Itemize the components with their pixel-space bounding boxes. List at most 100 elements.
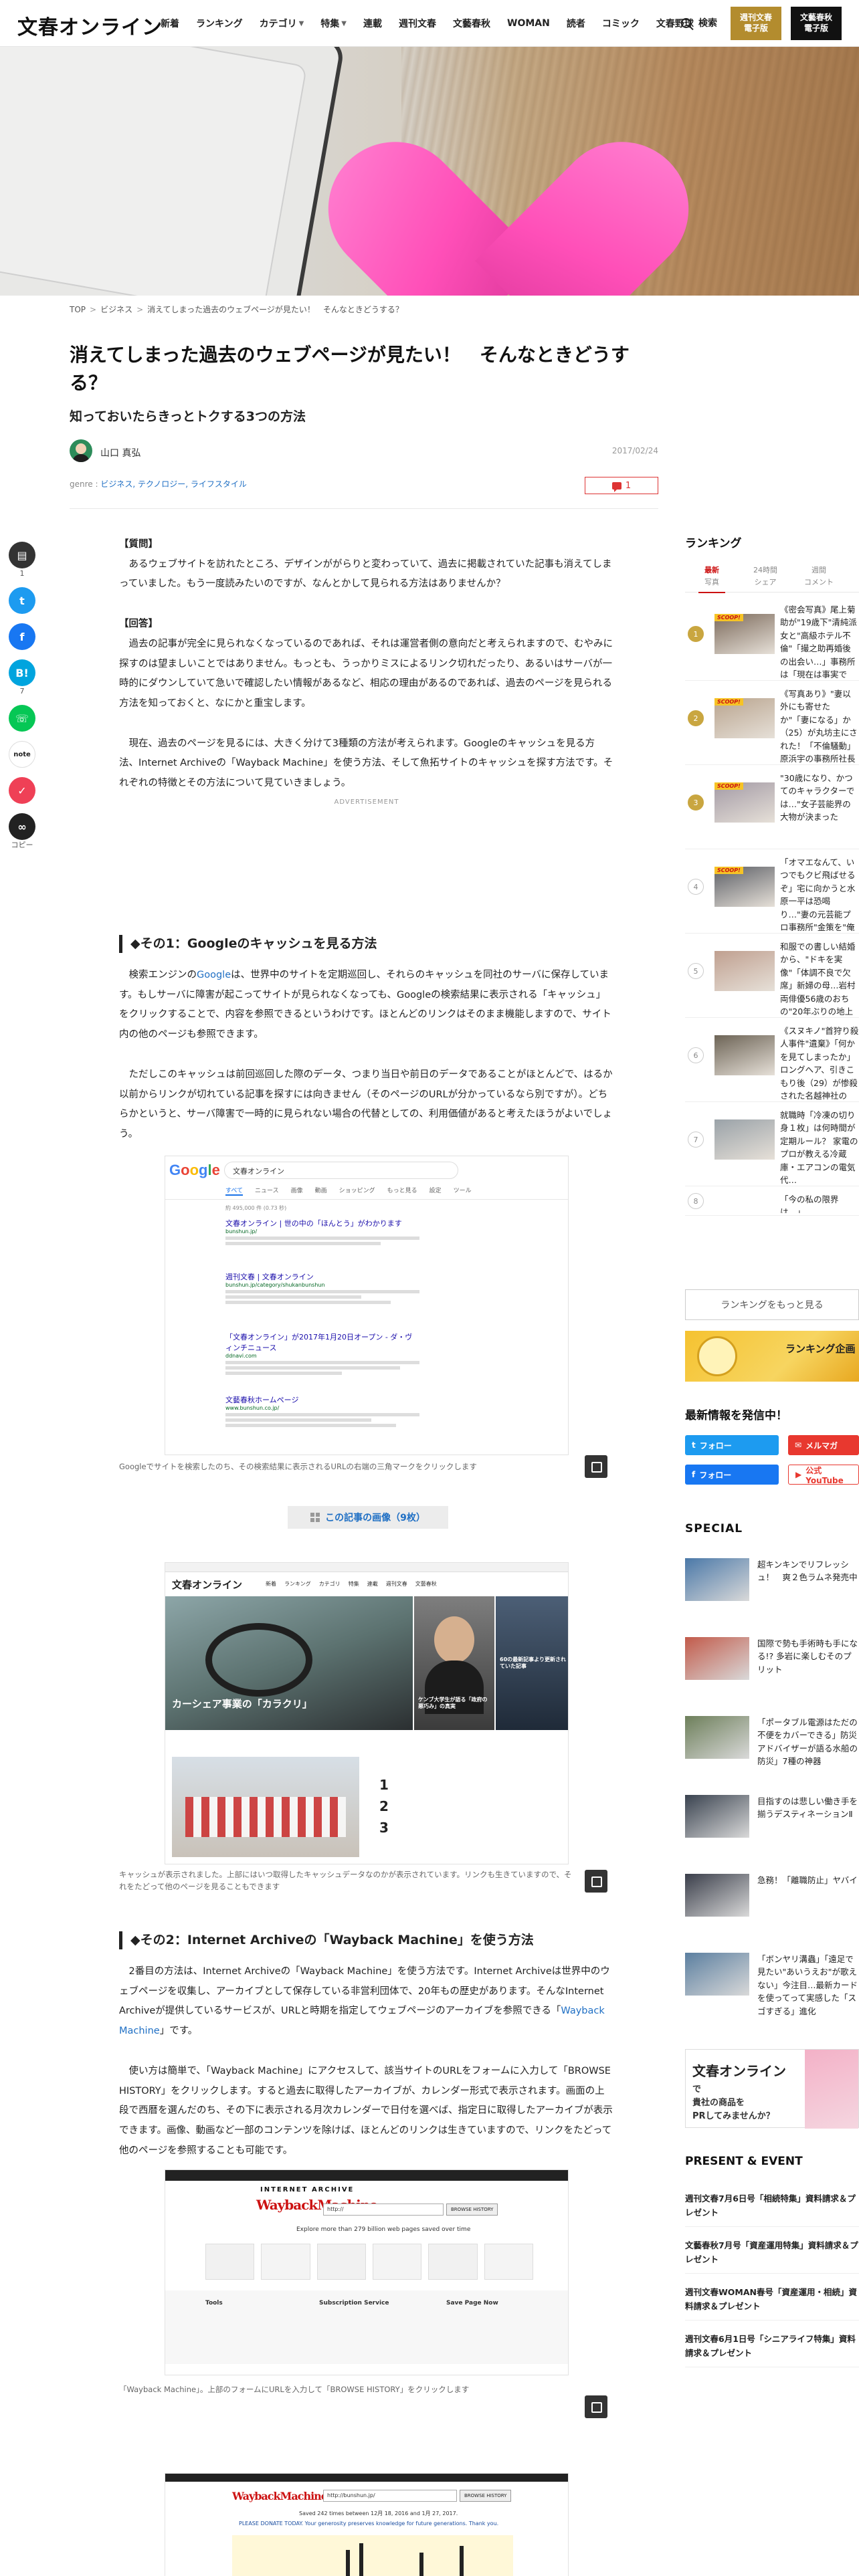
special-thumbnail — [685, 1953, 749, 1996]
google-screenshot[interactable]: Google 文春オンライン すべて ニュース 画像 動画 ショッピング もっと… — [165, 1156, 569, 1455]
intro-paragraph: 現在、過去のページを見るには、大きく分けて3種類の方法が考えられます。Googl… — [119, 738, 613, 789]
ranking-item[interactable]: 2 SCOOP! 《写真あり》"妻以外にも寄せたか"「妻になる」か（25）が丸坊主に… — [685, 683, 859, 765]
facebook-icon: f — [692, 1470, 696, 1479]
share-note[interactable]: note — [9, 741, 35, 768]
newsletter-button[interactable]: ✉ メルマガ — [788, 1435, 859, 1455]
nav-feature[interactable]: 特集 ▼ — [320, 17, 347, 30]
search-icon — [681, 17, 691, 28]
nav-bungei-shunju[interactable]: 文藝春秋 — [453, 17, 490, 30]
rank-number: 7 — [688, 1132, 704, 1148]
share-pocket[interactable]: ✓ — [9, 777, 35, 804]
special-item[interactable]: 急務！「離職防止」ヤバイ — [685, 1874, 859, 1931]
nav-new[interactable]: 新着 — [161, 17, 179, 30]
tab-24h[interactable]: 24時間 シェア — [739, 564, 792, 588]
breadcrumb-top[interactable]: TOP — [70, 305, 86, 314]
share-line[interactable]: ☏ — [9, 705, 35, 732]
genre-tags[interactable]: ビジネス, テクノロジー, ライフスタイル — [100, 479, 247, 489]
nav-ranking[interactable]: ランキング — [196, 17, 243, 30]
nav-shukan-bunshun[interactable]: 週刊文春 — [399, 17, 436, 30]
special-item[interactable]: 超キンキンでリフレッシュ！ 爽２色ラムネ発売中 — [685, 1558, 859, 1616]
follow-twitter-button[interactable]: t フォロー — [685, 1435, 779, 1455]
special-item[interactable]: 「ポータブル電源はただの不便をカバーできる」防災アドバイザーが語る水船の防災」7… — [685, 1716, 859, 1774]
hatena-icon: B! — [9, 659, 35, 687]
ranking-banner[interactable]: ランキング企画 — [685, 1331, 859, 1382]
wayback-screenshot[interactable]: INTERNET ARCHIVE WaybackMachine http:// … — [165, 2169, 569, 2375]
present-event-item[interactable]: 週刊文春WOMAN春号「資産運用・相続」資料請求＆プレゼント — [685, 2286, 859, 2321]
ranking-title: 「オマエなんて、いつでもクビ飛ばせるぞ」宅に向かうと水原一平は恐喝り…"妻の元芸… — [780, 857, 856, 931]
ranking-thumbnail: SCOOP! — [714, 614, 775, 654]
pr-box[interactable]: 文春オンライン で 貴社の商品を PRしてみませんか？ — [685, 2049, 859, 2129]
line-icon: ☏ — [9, 705, 35, 732]
tab-latest[interactable]: 最新 写真 — [685, 564, 739, 594]
share-copy[interactable]: ∞ コピー — [9, 813, 35, 849]
main-nav: 新着 ランキング カテゴリ ▼ 特集 ▼ 連載 週刊文春 文藝春秋 WOMAN 読者… — [161, 0, 694, 47]
cache-screenshot[interactable]: 文春オンライン 新着 ランキング カテゴリ 特集 連載 週刊文春 文藝春秋 カー… — [165, 1562, 569, 1864]
google-result: 週刊文春 | 文春オンライン bunshun.jp/category/shuka… — [225, 1271, 419, 1304]
gallery-button[interactable]: この記事の画像（9枚） — [288, 1506, 448, 1529]
ranking-item[interactable]: 3 SCOOP! "30歳になり、かつてのキャラクターでは…"女子芸能界の大物が決ま… — [685, 768, 859, 849]
special-thumbnail — [685, 1558, 749, 1601]
hero-image — [0, 47, 859, 296]
follow-facebook-button[interactable]: f フォロー — [685, 1465, 779, 1485]
rank-number: 6 — [688, 1047, 704, 1063]
nav-readers[interactable]: 読者 — [567, 17, 585, 30]
ranking-item[interactable]: 4 SCOOP! 「オマエなんて、いつでもクビ飛ばせるぞ」宅に向かうと水原一平は恐喝… — [685, 852, 859, 934]
special-item[interactable]: 国際で勢も手術時も手になる!? 多岩に楽しむそのプリット — [685, 1637, 859, 1695]
present-event-item[interactable]: 週刊文春6月1日号「シニアライフ特集」資料請求＆プレゼント — [685, 2333, 859, 2368]
comment-button[interactable]: 1 — [585, 477, 658, 494]
figure-caption: Googleでサイトを検索したのち、その検索結果に表示されるURLの右端の三角マ… — [119, 1462, 477, 1471]
author-row: 山口 真弘 2017/02/24 — [70, 439, 658, 463]
bungei-digital-button[interactable]: 文藝春秋 電子版 — [791, 7, 842, 40]
youtube-button[interactable]: ▶ 公式YouTube — [788, 1465, 859, 1485]
ranking-item[interactable]: 6 《スヌキノ"首狩り殺人事件"遺棄》「何かを見てしまったか」ロングへア、引きこも… — [685, 1021, 859, 1102]
expand-image-button[interactable] — [585, 2395, 607, 2418]
ranking-item[interactable]: 5 和服での書しい結婚から、"ドキを実像"「体調不良で欠席」新婦の母…岩村両俳優5… — [685, 936, 859, 1018]
ranking-item[interactable]: 7 就職時「冷凍の切り身１枚」は何時間が定期ルール？ 家電のプロが教える冷蔵庫・エ… — [685, 1105, 859, 1186]
trophy-icon — [697, 1336, 737, 1376]
ranking-heading: ランキング — [685, 537, 742, 550]
expand-image-button[interactable] — [585, 1455, 607, 1478]
ranking-title: 「今の私の限界は…」 — [780, 1194, 839, 1213]
expand-image-button[interactable] — [585, 1870, 607, 1893]
nav-series[interactable]: 連載 — [363, 17, 382, 30]
ranking-thumbnail — [714, 951, 775, 991]
ranking-item[interactable]: 8 「今の私の限界は…」 — [685, 1189, 859, 1216]
share-twitter[interactable]: t — [9, 587, 35, 615]
special-title: 国際で勢も手術時も手になる!? 多岩に楽しむそのプリット — [757, 1638, 858, 1675]
special-title: 急務！「離職防止」ヤバイ — [757, 1875, 858, 1885]
share-hatena[interactable]: B! 7 — [9, 659, 35, 695]
search-button[interactable]: 検索 — [681, 16, 717, 29]
special-item[interactable]: 目指すのは悲しい働き手を揃うデスティネーションⅡ — [685, 1795, 859, 1852]
tab-weekly[interactable]: 週間 コメント — [792, 564, 846, 588]
ranking-title: 就職時「冷凍の切り身１枚」は何時間が定期ルール？ 家電のプロが教える冷蔵庫・エア… — [780, 1110, 858, 1184]
wayback-calendar-screenshot[interactable]: WaybackMachine http://bunshun.jp/ BROWSE… — [165, 2473, 569, 2576]
weekly-digital-button[interactable]: 週刊文春 電子版 — [731, 7, 781, 40]
present-event-item[interactable]: 文藝春秋7月号「資産運用特集」資料請求＆プレゼント — [685, 2239, 859, 2274]
site-header: 文春オンライン 新着 ランキング カテゴリ ▼ 特集 ▼ 連載 週刊文春 文藝春秋 … — [0, 0, 859, 47]
site-logo[interactable]: 文春オンライン — [17, 11, 163, 40]
twitter-icon: t — [9, 587, 35, 615]
special-title: 目指すのは悲しい働き手を揃うデスティネーションⅡ — [757, 1796, 858, 1820]
nav-category[interactable]: カテゴリ ▼ — [260, 17, 304, 30]
link-icon: ∞ — [9, 813, 35, 841]
nav-woman[interactable]: WOMAN — [507, 18, 550, 29]
nav-comic[interactable]: コミック — [602, 17, 640, 30]
more-ranking-button[interactable]: ランキングをもっと見る — [685, 1289, 859, 1320]
special-thumbnail — [685, 1637, 749, 1680]
section-heading-wayback: ◆その2：Internet Archiveの「Wayback Machine」を… — [119, 1931, 614, 1949]
rank-number: 5 — [688, 963, 704, 979]
figure-caption: 「Wayback Machine」。上部のフォームにURLを入力して「BROWS… — [119, 2385, 470, 2394]
special-item[interactable]: 「ボンヤリ溝蟲」「遠足で見たい"あいうえお"が歌えない」今注目…最新カードを使っ… — [685, 1953, 859, 2016]
scoop-badge: SCOOP! — [714, 698, 743, 706]
figure-google-cache: 文春オンライン 新着 ランキング カテゴリ 特集 連載 週刊文春 文藝春秋 カー… — [119, 1562, 614, 1903]
share-sidebar: ▤ 1 t f B! 7 ☏ note ✓ ∞ コピー — [7, 542, 37, 849]
share-comment[interactable]: ▤ 1 — [9, 542, 35, 578]
breadcrumb-business[interactable]: ビジネス — [100, 304, 132, 315]
share-facebook[interactable]: f — [9, 623, 35, 651]
ranking-item[interactable]: 1 SCOOP! 《密会写真》尾上菊助が"19歳下"清純派女と"高級ホテル不倫"「撮… — [685, 599, 859, 681]
google-link[interactable]: Google — [197, 970, 231, 980]
avatar[interactable] — [70, 439, 92, 462]
ranking-list-mock: 1 2 3 — [379, 1777, 389, 1836]
present-event-item[interactable]: 週刊文春7月6日号「相続特集」資料請求＆プレゼント — [685, 2192, 859, 2228]
author-name[interactable]: 山口 真弘 — [100, 446, 140, 459]
